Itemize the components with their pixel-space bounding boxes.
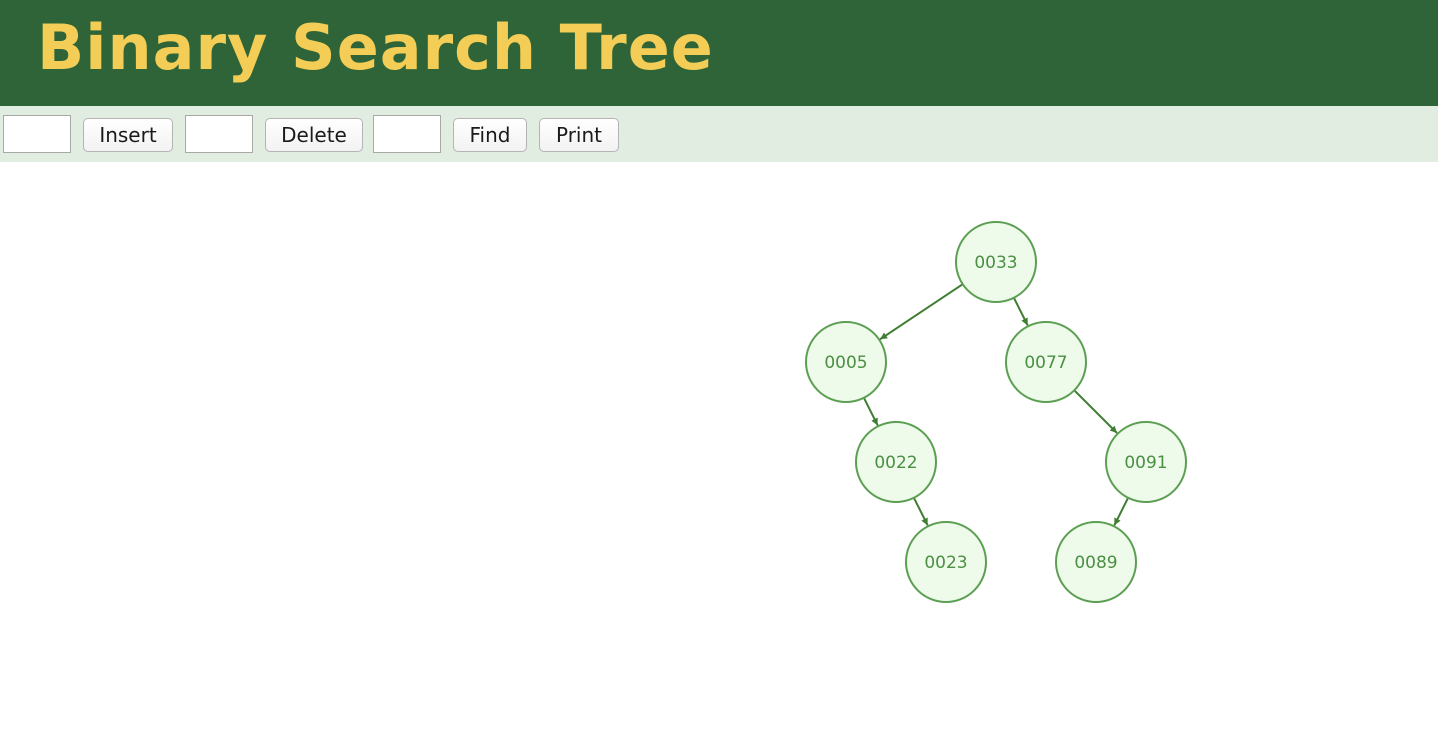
tree-edge: [912, 497, 929, 526]
delete-button[interactable]: Delete: [265, 118, 363, 152]
node-layer: 0033 0005 0077 0022 0091 0023 0089: [805, 221, 1187, 603]
print-button[interactable]: Print: [539, 118, 619, 152]
page-title: Binary Search Tree: [37, 11, 714, 84]
tree-node-label: 0033: [974, 253, 1017, 273]
tree-node[interactable]: 0023: [905, 521, 987, 603]
tree-node-label: 0023: [924, 553, 967, 573]
tree-edge: [1113, 497, 1130, 526]
tree-edge: [862, 397, 879, 426]
tree-node[interactable]: 0033: [955, 221, 1037, 303]
find-value-input[interactable]: [373, 115, 441, 153]
find-button[interactable]: Find: [453, 118, 527, 152]
insert-button[interactable]: Insert: [83, 118, 173, 152]
tree-edge: [1073, 389, 1118, 434]
tree-node-label: 0077: [1024, 353, 1067, 373]
tree-node-label: 0005: [824, 353, 867, 373]
tree-canvas: 0033 0005 0077 0022 0091 0023 0089: [0, 162, 1438, 730]
tree-node-label: 0091: [1124, 453, 1167, 473]
tree-node[interactable]: 0089: [1055, 521, 1137, 603]
tree-node-label: 0089: [1074, 553, 1117, 573]
delete-value-input[interactable]: [185, 115, 253, 153]
tree-edge: [1012, 297, 1029, 326]
tree-node[interactable]: 0022: [855, 421, 937, 503]
tree-node[interactable]: 0077: [1005, 321, 1087, 403]
toolbar: Insert Delete Find Print: [0, 106, 1438, 162]
tree-node[interactable]: 0091: [1105, 421, 1187, 503]
tree-node[interactable]: 0005: [805, 321, 887, 403]
tree-node-label: 0022: [874, 453, 917, 473]
app-header: Binary Search Tree: [0, 0, 1438, 106]
tree-diagram: 0033 0005 0077 0022 0091 0023 0089: [805, 221, 1187, 603]
insert-value-input[interactable]: [3, 115, 71, 153]
tree-edge: [879, 283, 964, 341]
